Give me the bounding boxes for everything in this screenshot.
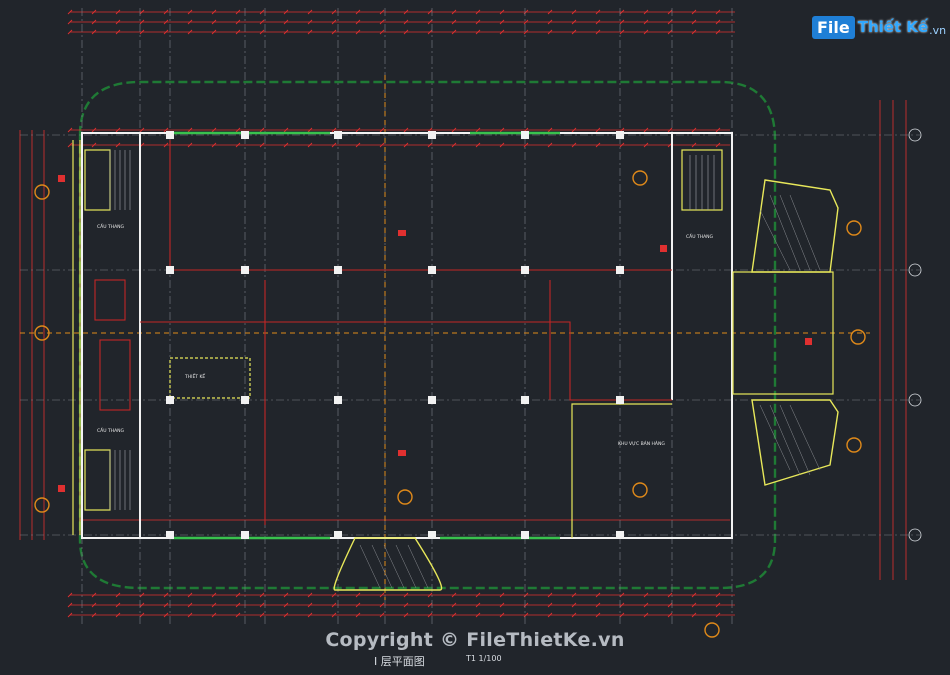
column: [616, 531, 624, 539]
yellow-lines: [72, 140, 834, 538]
room-label-stair-nw: CẦU THANG: [97, 222, 125, 230]
column: [166, 266, 174, 274]
column: [428, 266, 436, 274]
axis-bubbles: [908, 128, 922, 542]
floor-plan-drawing: CẦU THANG CẦU THANG CẦU THANG THIẾT KẾ K…: [19, 8, 922, 638]
vertical-grid-lines: [81, 8, 733, 625]
column: [166, 531, 174, 539]
column: [616, 266, 624, 274]
column: [334, 131, 342, 139]
room-label-east: KHU VỰC BÁN HÀNG: [618, 440, 665, 447]
south-entrance-hatch: [359, 544, 429, 589]
room-label-mid: THIẾT KẾ: [184, 372, 205, 380]
green-facade: [170, 131, 560, 540]
column: [521, 266, 529, 274]
column: [616, 396, 624, 404]
column: [334, 396, 342, 404]
site-logo: File Thiết Kế .vn: [812, 12, 946, 42]
column: [428, 531, 436, 539]
logo-file: File: [812, 15, 855, 39]
column: [428, 131, 436, 139]
east-entrance-hatch: [759, 194, 821, 476]
grid-bubbles: [34, 170, 866, 638]
copyright-watermark: Copyright © FileThietKe.vn: [325, 629, 625, 651]
drawing-title: I 层平面图: [374, 655, 425, 668]
column: [334, 531, 342, 539]
column: [241, 531, 249, 539]
column: [521, 396, 529, 404]
room-label-stair-ne: CẦU THANG: [686, 232, 714, 240]
column: [616, 131, 624, 139]
structural-columns: [166, 131, 624, 539]
drawing-scale: T1 1/100: [466, 654, 502, 663]
column: [241, 131, 249, 139]
column: [428, 396, 436, 404]
room-label-stair-sw: CẦU THANG: [97, 426, 125, 434]
logo-thietke: Thiết Kế: [857, 18, 929, 36]
column: [334, 266, 342, 274]
column: [241, 266, 249, 274]
landscape-boundary: [78, 80, 777, 590]
orange-axis-lines: [20, 75, 870, 600]
logo-vn: .vn: [929, 23, 947, 37]
column: [521, 531, 529, 539]
column: [166, 131, 174, 139]
column: [241, 396, 249, 404]
column: [521, 131, 529, 139]
column: [166, 396, 174, 404]
horizontal-grid-lines: [20, 134, 920, 536]
dimension-ticks: [67, 9, 721, 618]
left-dimensions: [19, 130, 45, 540]
stair-hatches: [109, 150, 715, 510]
building-walls: [81, 132, 733, 539]
right-dimensions: [879, 100, 907, 580]
